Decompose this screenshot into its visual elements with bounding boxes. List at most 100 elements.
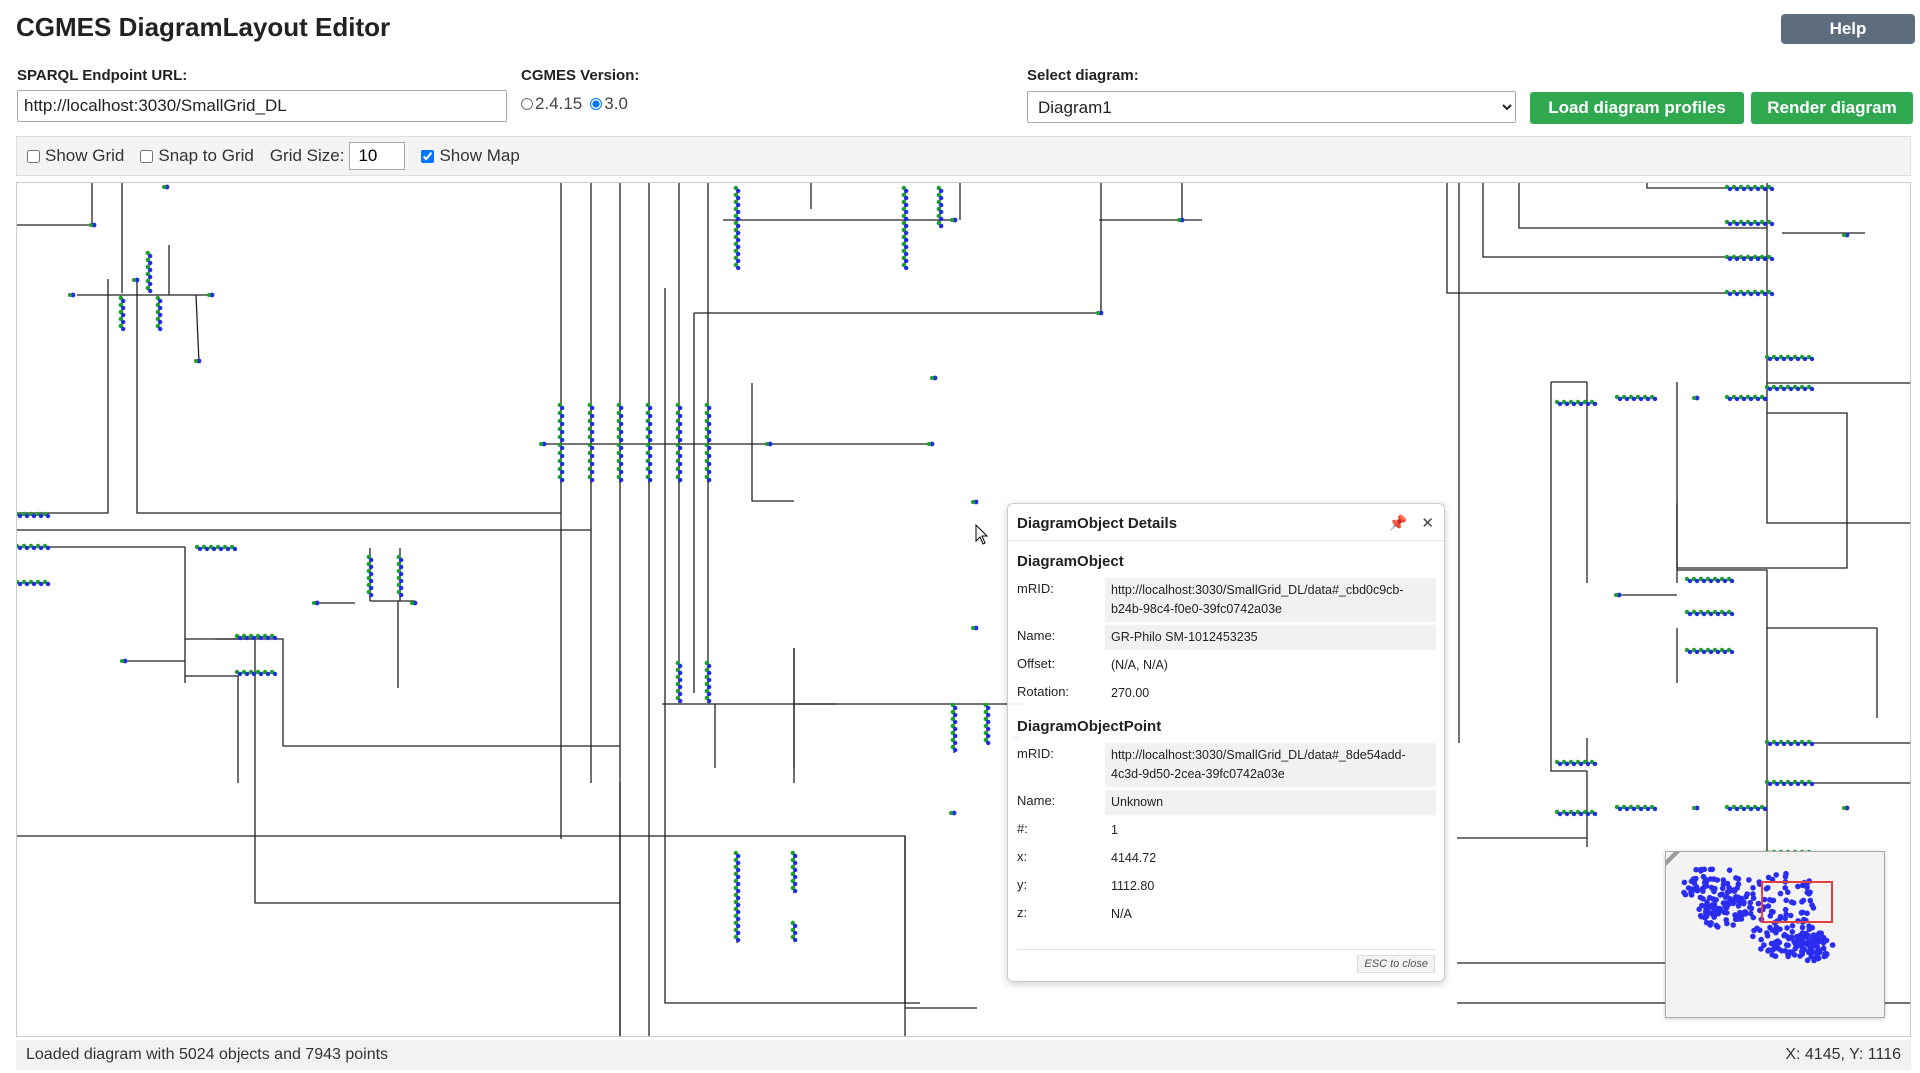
diagram-point[interactable] <box>793 881 798 887</box>
diagram-lines[interactable] <box>17 183 1911 1037</box>
diagram-point[interactable] <box>1842 806 1846 810</box>
diagram-point[interactable] <box>1727 186 1733 192</box>
diagram-point[interactable] <box>1564 401 1570 407</box>
diagram-point[interactable] <box>1781 386 1787 392</box>
diagram-point[interactable] <box>1755 806 1761 812</box>
diagram-point[interactable] <box>939 195 944 201</box>
diagram-point[interactable] <box>590 429 595 435</box>
diagram-point[interactable] <box>312 601 316 605</box>
diagram-point[interactable] <box>207 293 211 297</box>
diagram-point[interactable] <box>648 405 653 411</box>
diagram-point[interactable] <box>132 278 136 282</box>
diagram-point[interactable] <box>1645 396 1651 402</box>
diagram-point[interactable] <box>619 461 624 467</box>
diagram-point[interactable] <box>736 902 741 908</box>
diagram-point[interactable] <box>158 298 163 304</box>
diagram-point[interactable] <box>1694 649 1700 655</box>
diagram-point[interactable] <box>38 581 44 587</box>
diagram-point[interactable] <box>678 421 683 427</box>
diagram-point[interactable] <box>1578 401 1584 407</box>
diagram-point[interactable] <box>736 923 741 929</box>
diagram-point[interactable] <box>68 293 72 297</box>
diagram-point[interactable] <box>590 453 595 459</box>
diagram-point[interactable] <box>678 677 683 683</box>
diagram-point[interactable] <box>736 202 741 208</box>
diagram-point[interactable] <box>793 888 798 894</box>
grid-line[interactable] <box>370 600 399 688</box>
diagram-point[interactable] <box>17 581 23 587</box>
diagram-point[interactable] <box>1781 741 1787 747</box>
diagram-point[interactable] <box>158 305 163 311</box>
diagram-point[interactable] <box>904 258 909 264</box>
diagram-point[interactable] <box>148 260 153 266</box>
diagram-point[interactable] <box>1708 611 1714 617</box>
diagram-point[interactable] <box>1585 401 1591 407</box>
diagram-point[interactable] <box>244 671 250 677</box>
diagram-point[interactable] <box>971 500 975 504</box>
diagram-point[interactable] <box>1802 781 1808 787</box>
diagram-point[interactable] <box>939 188 944 194</box>
diagram-point[interactable] <box>1592 401 1598 407</box>
diagram-point[interactable] <box>1722 649 1728 655</box>
grid-line[interactable] <box>185 675 239 783</box>
diagram-point[interactable] <box>736 244 741 250</box>
grid-size-input[interactable] <box>349 142 406 170</box>
minimap[interactable] <box>1665 851 1885 1018</box>
diagram-point[interactable] <box>1795 356 1801 362</box>
diagram-point[interactable] <box>237 635 243 641</box>
version-option-3-0[interactable]: 3.0 <box>590 94 628 114</box>
diagram-point[interactable] <box>678 429 683 435</box>
diagram-point[interactable] <box>560 453 565 459</box>
diagram-point[interactable] <box>1774 386 1780 392</box>
grid-line[interactable] <box>1550 382 1587 772</box>
diagram-point[interactable] <box>31 581 37 587</box>
diagram-point[interactable] <box>1638 806 1644 812</box>
minimap-resize-icon[interactable] <box>1666 852 1680 866</box>
diagram-select[interactable]: Diagram1 <box>1027 91 1516 123</box>
diagram-point[interactable] <box>1741 221 1747 227</box>
show-grid-toggle[interactable]: Show Grid <box>27 146 124 166</box>
diagram-point[interactable] <box>1687 649 1693 655</box>
diagram-point[interactable] <box>1592 811 1598 817</box>
diagram-point[interactable] <box>1734 806 1740 812</box>
diagram-point[interactable] <box>1694 578 1700 584</box>
diagram-point[interactable] <box>148 288 153 294</box>
diagram-point[interactable] <box>1564 811 1570 817</box>
diagram-point[interactable] <box>1755 221 1761 227</box>
diagram-point[interactable] <box>1571 401 1577 407</box>
diagram-point[interactable] <box>1774 781 1780 787</box>
diagram-point[interactable] <box>1571 811 1577 817</box>
diagram-point[interactable] <box>707 691 712 697</box>
diagram-point[interactable] <box>736 230 741 236</box>
grid-line[interactable] <box>1482 183 1767 258</box>
diagram-point[interactable] <box>736 258 741 264</box>
diagram-point[interactable] <box>1687 611 1693 617</box>
grid-line[interactable] <box>1767 627 1878 718</box>
show-map-toggle[interactable]: Show Map <box>421 146 520 166</box>
grid-line[interactable] <box>1677 412 1848 569</box>
diagram-point[interactable] <box>904 202 909 208</box>
diagram-point[interactable] <box>1557 811 1563 817</box>
diagram-point[interactable] <box>197 546 203 552</box>
diagram-point[interactable] <box>619 429 624 435</box>
diagram-point[interactable] <box>1741 396 1747 402</box>
diagram-point[interactable] <box>1788 356 1794 362</box>
grid-line[interactable] <box>17 835 906 1037</box>
diagram-point[interactable] <box>707 684 712 690</box>
diagram-point[interactable] <box>707 670 712 676</box>
diagram-point[interactable] <box>539 442 543 446</box>
diagram-point[interactable] <box>904 237 909 243</box>
diagram-point[interactable] <box>45 545 51 551</box>
diagram-point[interactable] <box>38 513 44 519</box>
diagram-point[interactable] <box>707 663 712 669</box>
snap-to-grid-checkbox[interactable] <box>140 149 154 163</box>
diagram-point[interactable] <box>1715 578 1721 584</box>
diagram-point[interactable] <box>1767 741 1773 747</box>
diagram-point[interactable] <box>793 937 798 943</box>
diagram-point[interactable] <box>648 429 653 435</box>
diagram-point[interactable] <box>399 571 404 577</box>
diagram-point[interactable] <box>1571 761 1577 767</box>
diagram-point[interactable] <box>560 477 565 483</box>
diagram-point[interactable] <box>590 405 595 411</box>
diagram-point[interactable] <box>1762 806 1768 812</box>
